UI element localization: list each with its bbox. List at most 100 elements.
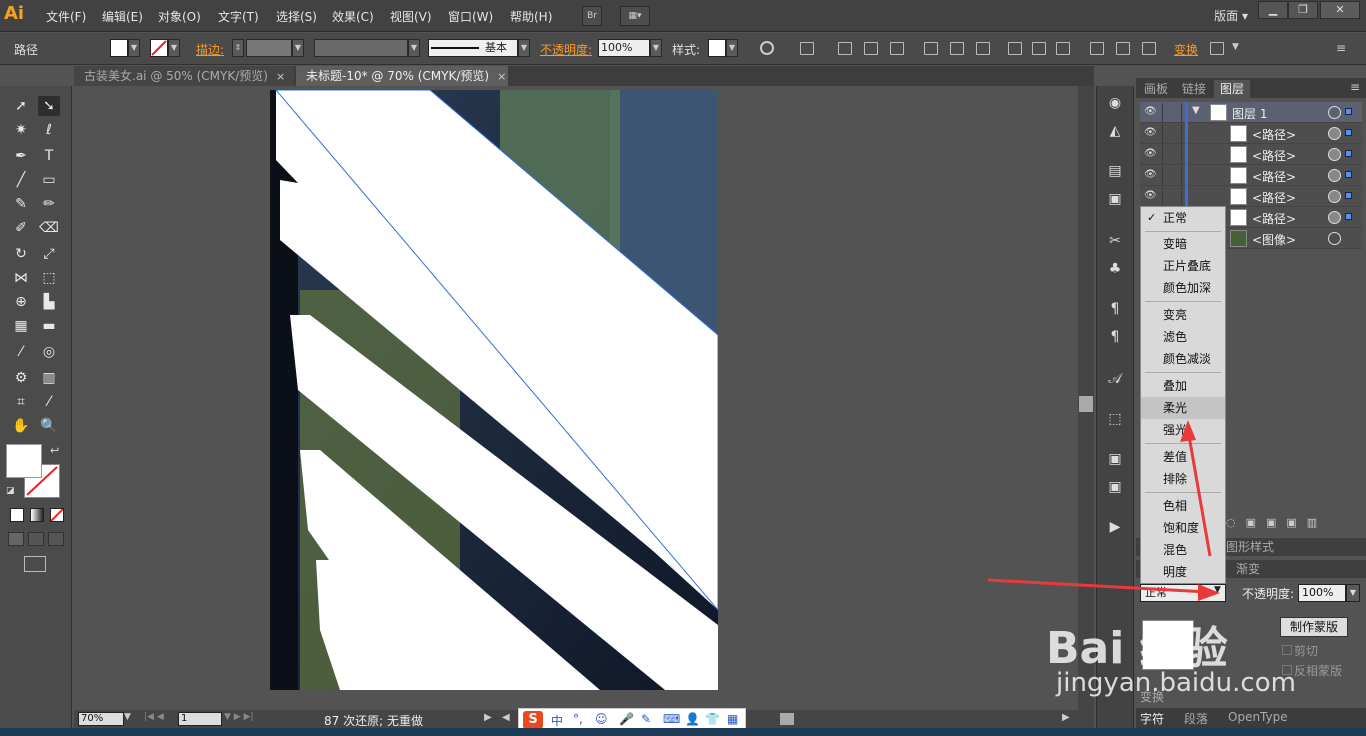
close-icon[interactable]: × bbox=[276, 70, 285, 83]
magic-wand-tool-icon[interactable]: ✷ bbox=[10, 120, 32, 140]
draw-behind-icon[interactable] bbox=[28, 532, 44, 546]
layer-row[interactable]: 👁 <路径> bbox=[1140, 186, 1362, 207]
distribute-top-icon[interactable] bbox=[1008, 42, 1022, 55]
layer-name[interactable]: <路径> bbox=[1252, 126, 1296, 143]
lock-toggle[interactable] bbox=[1162, 187, 1182, 206]
tab-paragraph[interactable]: 段落 bbox=[1184, 710, 1208, 727]
stroke-swatch[interactable] bbox=[150, 39, 168, 57]
graphic-style-dropdown[interactable]: ▼ bbox=[726, 39, 738, 57]
menu-view[interactable]: 视图(V) bbox=[390, 8, 432, 25]
tab-opentype[interactable]: OpenType bbox=[1228, 710, 1288, 724]
menu-file[interactable]: 文件(F) bbox=[46, 8, 86, 25]
artboard[interactable] bbox=[270, 90, 718, 690]
free-transform-tool-icon[interactable]: ⬚ bbox=[38, 268, 60, 288]
gradient-tool-icon[interactable]: ▬ bbox=[38, 316, 60, 336]
blend-color-dodge[interactable]: 颜色减淡 bbox=[1141, 348, 1225, 370]
panel-menu-icon[interactable]: ≡ bbox=[1350, 80, 1360, 94]
fill-dropdown[interactable]: ▼ bbox=[128, 39, 140, 57]
ime-emoji-icon[interactable]: ☺ bbox=[595, 712, 608, 726]
align-bottom-icon[interactable] bbox=[976, 42, 990, 55]
slice-tool-icon[interactable]: ⁄ bbox=[38, 392, 60, 412]
layer-name[interactable]: <路径> bbox=[1252, 147, 1296, 164]
column-graph-tool-icon[interactable]: ▥ bbox=[38, 368, 60, 388]
hscroll-right-icon[interactable]: ▶ bbox=[1062, 712, 1070, 723]
visibility-eye-icon[interactable]: 👁 bbox=[1144, 190, 1158, 202]
layer-row[interactable]: 👁 <路径> bbox=[1140, 123, 1362, 144]
target-icon[interactable] bbox=[1328, 169, 1341, 182]
stroke-dropdown[interactable]: ▼ bbox=[168, 39, 180, 57]
mesh-tool-icon[interactable]: ▦ bbox=[10, 316, 32, 336]
lock-toggle[interactable] bbox=[1162, 166, 1182, 185]
blend-screen[interactable]: 滤色 bbox=[1141, 326, 1225, 348]
rectangle-tool-icon[interactable]: ▭ bbox=[38, 170, 60, 190]
eyedropper-tool-icon[interactable]: ⁄ bbox=[10, 342, 32, 362]
panel-menu-icon[interactable]: ≡ bbox=[1336, 41, 1346, 55]
pen-tool-icon[interactable]: ✒ bbox=[10, 146, 32, 166]
opacity-dropdown[interactable]: ▼ bbox=[1346, 584, 1360, 602]
default-colors-icon[interactable]: ◪ bbox=[6, 486, 15, 496]
blend-multiply[interactable]: 正片叠底 bbox=[1141, 255, 1225, 277]
target-icon[interactable] bbox=[1328, 127, 1341, 140]
draw-inside-icon[interactable] bbox=[48, 532, 64, 546]
visibility-eye-icon[interactable]: 👁 bbox=[1144, 148, 1158, 160]
restore-button[interactable]: ❐ bbox=[1288, 1, 1318, 19]
stroke-label[interactable]: 描边: bbox=[196, 41, 224, 58]
visibility-eye-icon[interactable]: 👁 bbox=[1144, 106, 1158, 118]
fill-color-front[interactable] bbox=[6, 444, 42, 478]
align-panel-icon[interactable]: ▤ bbox=[1106, 162, 1124, 180]
target-icon[interactable] bbox=[1328, 106, 1341, 119]
profile-dropdown[interactable]: ▼ bbox=[408, 39, 420, 57]
workspace-switcher[interactable]: 版面 ▾ bbox=[1214, 7, 1248, 24]
lock-toggle[interactable] bbox=[1162, 145, 1182, 164]
transform-dropdown-icon[interactable]: ▼ bbox=[1232, 42, 1239, 52]
tab-character[interactable]: 字符 bbox=[1140, 710, 1164, 727]
status-menu-icon[interactable]: ▶ bbox=[484, 712, 492, 723]
tab-links[interactable]: 链接 bbox=[1176, 80, 1212, 98]
opacity-label[interactable]: 不透明度: bbox=[540, 41, 592, 58]
tab-layers[interactable]: 图层 bbox=[1214, 80, 1251, 98]
ime-skin-icon[interactable]: 👕 bbox=[705, 712, 720, 726]
distribute-left-icon[interactable] bbox=[1090, 42, 1104, 55]
selection-tool-icon[interactable]: ➚ bbox=[10, 96, 32, 116]
distribute-hcenter-icon[interactable] bbox=[1116, 42, 1130, 55]
direct-selection-tool-icon[interactable]: ➘ bbox=[38, 96, 60, 116]
align-vcenter-icon[interactable] bbox=[950, 42, 964, 55]
menu-select[interactable]: 选择(S) bbox=[276, 8, 317, 25]
draw-normal-icon[interactable] bbox=[8, 532, 24, 546]
menu-type[interactable]: 文字(T) bbox=[218, 8, 259, 25]
fill-swatch[interactable] bbox=[110, 39, 128, 57]
lock-toggle[interactable] bbox=[1162, 103, 1182, 122]
ime-keyboard-icon[interactable]: ⌨ bbox=[663, 712, 680, 726]
ime-user-icon[interactable]: 👤 bbox=[685, 712, 700, 726]
variable-width-profile[interactable] bbox=[314, 39, 408, 57]
mask-preview-thumbnail[interactable] bbox=[1142, 620, 1194, 670]
target-icon[interactable] bbox=[1328, 190, 1341, 203]
stroke-weight-dropdown[interactable]: ▼ bbox=[292, 39, 304, 57]
ime-voice-icon[interactable]: 🎤 bbox=[619, 712, 634, 726]
screen-mode-icon[interactable] bbox=[24, 556, 46, 572]
glyphs-icon[interactable]: 𝒜 bbox=[1106, 370, 1124, 388]
arrange-documents-icon[interactable]: ▦▾ bbox=[620, 6, 650, 26]
menu-edit[interactable]: 编辑(E) bbox=[102, 8, 143, 25]
recolor-artwork-icon[interactable] bbox=[760, 41, 774, 55]
blob-brush-tool-icon[interactable]: ✐ bbox=[10, 218, 32, 238]
opacity-field[interactable]: 100% bbox=[598, 39, 650, 57]
brush-definition[interactable]: 基本 bbox=[428, 39, 518, 57]
align-hcenter-icon[interactable] bbox=[864, 42, 878, 55]
brush-dropdown[interactable]: ▼ bbox=[518, 39, 530, 57]
type-tool-icon[interactable]: T bbox=[38, 146, 60, 166]
rotate-tool-icon[interactable]: ↻ bbox=[10, 244, 32, 264]
eraser-tool-icon[interactable]: ⌫ bbox=[38, 218, 60, 238]
tab-transform[interactable]: 变换 bbox=[1140, 688, 1164, 705]
swap-colors-icon[interactable]: ↩ bbox=[50, 444, 59, 457]
distribute-right-icon[interactable] bbox=[1142, 42, 1156, 55]
artboard-number-field[interactable]: 1 bbox=[178, 712, 222, 726]
make-mask-button[interactable]: 制作蒙版 bbox=[1280, 617, 1348, 637]
visibility-eye-icon[interactable]: 👁 bbox=[1144, 169, 1158, 181]
align-right-icon[interactable] bbox=[890, 42, 904, 55]
transform-link[interactable]: 变换 bbox=[1174, 41, 1198, 58]
opacity-dropdown[interactable]: ▼ bbox=[650, 39, 662, 57]
menu-help[interactable]: 帮助(H) bbox=[510, 8, 552, 25]
zoom-dropdown-icon[interactable]: ▼ bbox=[124, 712, 131, 722]
color-mode-icon[interactable] bbox=[10, 508, 24, 522]
